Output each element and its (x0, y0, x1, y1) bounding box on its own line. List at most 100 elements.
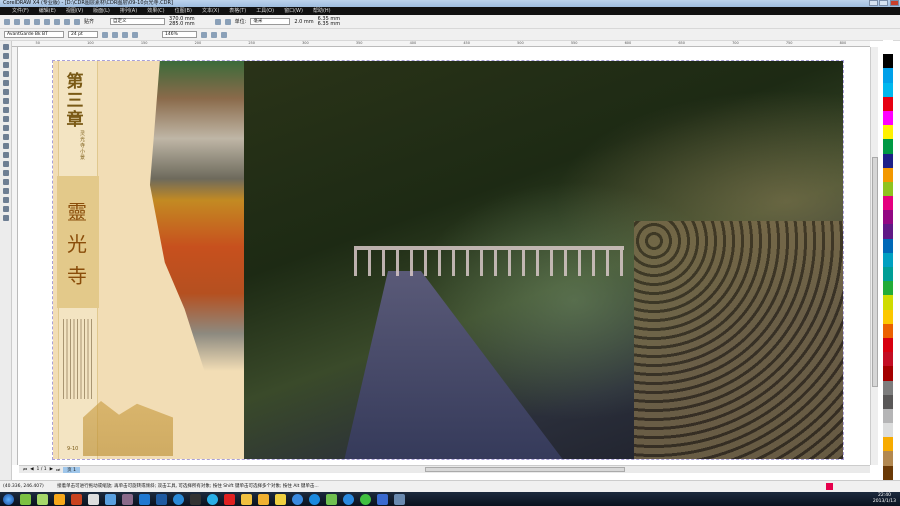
save-icon[interactable] (24, 18, 30, 25)
first-page-icon[interactable]: ⏮ (23, 467, 27, 473)
color-swatch[interactable] (883, 309, 893, 324)
units-select[interactable]: 毫米 (250, 18, 291, 25)
taskbar-app-icon[interactable] (71, 493, 82, 505)
color-swatch[interactable] (883, 82, 893, 97)
print-icon[interactable] (34, 18, 40, 25)
tool-icon[interactable] (3, 197, 9, 203)
vertical-ruler[interactable] (12, 47, 18, 465)
snap-dropdown[interactable]: 贴齐 (84, 18, 94, 25)
color-swatch[interactable] (883, 423, 893, 438)
taskbar-app-icon[interactable] (139, 493, 150, 505)
taskbar-app-icon[interactable] (224, 493, 235, 505)
tool-icon[interactable] (3, 89, 9, 95)
taskbar-app-icon[interactable] (309, 493, 320, 505)
menu-item[interactable]: 效果(C) (147, 7, 164, 15)
duplicate-y-field[interactable]: 6.35 mm (318, 21, 340, 27)
tool-icon[interactable] (3, 143, 9, 149)
portrait-icon[interactable] (214, 18, 221, 25)
prev-page-icon[interactable]: ◀ (30, 467, 33, 472)
menu-item[interactable]: 视图(V) (66, 7, 83, 15)
color-swatch[interactable] (883, 167, 893, 182)
taskbar-app-icon[interactable] (292, 493, 303, 505)
color-swatch[interactable] (883, 394, 893, 409)
taskbar-app-icon[interactable] (88, 493, 99, 505)
landscape-icon[interactable] (224, 18, 231, 25)
taskbar-app-icon[interactable] (258, 493, 269, 505)
menu-item[interactable]: 表格(T) (229, 7, 246, 15)
align-icon[interactable] (132, 31, 138, 38)
tool-icon[interactable] (3, 107, 9, 113)
italic-icon[interactable] (112, 31, 118, 38)
tool-icon[interactable] (3, 80, 9, 86)
tool-icon[interactable] (3, 134, 9, 140)
tool-icon[interactable] (3, 161, 9, 167)
color-swatch[interactable] (883, 181, 893, 197)
tool-icon[interactable] (3, 179, 9, 185)
color-swatch[interactable] (883, 437, 893, 452)
color-swatch[interactable] (883, 40, 893, 55)
redo-icon[interactable] (54, 18, 60, 25)
taskbar-app-icon[interactable] (377, 493, 388, 505)
tool-icon[interactable] (3, 206, 9, 212)
tool-icon[interactable] (3, 116, 9, 122)
import-icon[interactable] (64, 18, 70, 25)
taskbar-app-icon[interactable] (122, 493, 133, 505)
menu-item[interactable]: 版面(L) (93, 7, 110, 15)
font-select[interactable]: AvantGarde Bk BT (4, 31, 64, 38)
color-swatch[interactable] (883, 267, 893, 282)
color-swatch[interactable] (883, 196, 893, 211)
color-swatch[interactable] (883, 295, 893, 310)
tool-icon[interactable] (3, 125, 9, 131)
underline-icon[interactable] (122, 31, 128, 38)
ie-icon[interactable] (343, 493, 354, 505)
taskbar-app-icon[interactable] (275, 493, 286, 505)
document-page[interactable]: 第三章 灵光寺小景 靈光寺 9-10 (52, 60, 844, 460)
color-swatch[interactable] (883, 153, 893, 168)
last-page-icon[interactable]: ⏭ (56, 467, 60, 473)
color-swatch[interactable] (883, 408, 893, 424)
color-swatch[interactable] (883, 352, 893, 367)
minimize-button[interactable] (869, 0, 878, 6)
menu-item[interactable]: 文件(F) (12, 7, 29, 15)
next-page-icon[interactable]: ▶ (50, 467, 53, 472)
nudge-field[interactable]: 2.0 mm (294, 19, 313, 25)
illustrator-icon[interactable] (54, 493, 65, 505)
menu-item[interactable]: 文本(X) (202, 7, 219, 15)
tool-icon[interactable] (3, 44, 9, 50)
browser-icon[interactable] (207, 493, 218, 505)
system-clock[interactable]: 22:40 2013/1/13 (873, 493, 896, 505)
menu-item[interactable]: 工具(O) (256, 7, 274, 15)
taskbar-app-icon[interactable] (37, 493, 48, 505)
color-swatch[interactable] (883, 54, 893, 69)
color-swatch[interactable] (883, 451, 893, 466)
color-swatch[interactable] (883, 125, 893, 140)
tool-icon[interactable] (3, 152, 9, 158)
horizontal-scrollbar[interactable] (424, 467, 625, 472)
tool-icon[interactable] (3, 215, 9, 221)
zoom-out-icon[interactable] (211, 31, 217, 38)
tool-icon[interactable] (3, 188, 9, 194)
qq-icon[interactable] (190, 493, 201, 505)
color-swatch[interactable] (883, 110, 893, 126)
start-button[interactable] (3, 493, 14, 505)
color-swatch[interactable] (883, 323, 893, 338)
color-swatch[interactable] (883, 68, 893, 83)
color-swatch[interactable] (883, 96, 893, 111)
color-swatch[interactable] (883, 380, 893, 395)
taskbar-app-icon[interactable] (326, 493, 337, 505)
paper-preset-select[interactable]: 自定义 (110, 18, 166, 25)
color-swatch[interactable] (883, 139, 893, 154)
zoom-fit-icon[interactable] (221, 31, 227, 38)
undo-icon[interactable] (44, 18, 50, 25)
taskbar-app-icon[interactable] (20, 493, 31, 505)
tool-icon[interactable] (3, 98, 9, 104)
tool-icon[interactable] (3, 71, 9, 77)
open-icon[interactable] (14, 18, 20, 25)
vertical-scrollbar[interactable] (870, 47, 878, 465)
color-swatch[interactable] (883, 238, 893, 253)
scroll-thumb[interactable] (872, 157, 878, 387)
color-swatch[interactable] (883, 252, 893, 267)
export-icon[interactable] (74, 18, 80, 25)
color-swatch[interactable] (883, 210, 893, 225)
taskbar-app-icon[interactable] (105, 493, 116, 505)
